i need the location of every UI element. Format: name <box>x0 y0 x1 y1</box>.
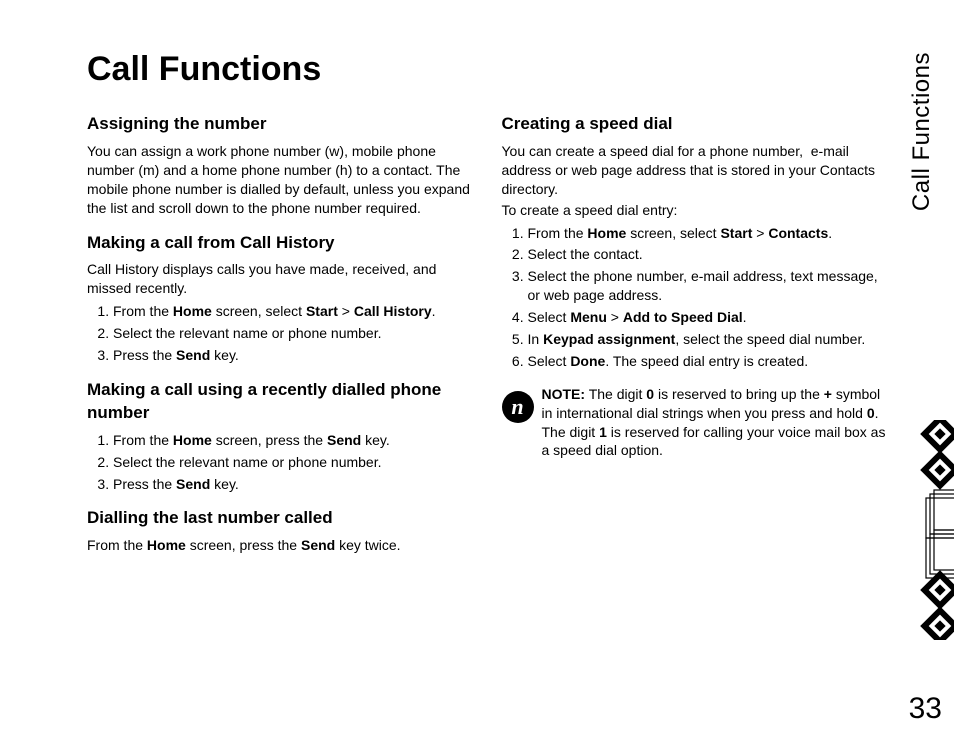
step-list: From the Home screen, select Start > Cal… <box>87 302 480 365</box>
right-column: Creating a speed dial You can create a s… <box>502 113 895 569</box>
edge-decoration-icon <box>906 420 954 640</box>
section-heading: Creating a speed dial <box>502 113 895 136</box>
content-columns: Assigning the number You can assign a wo… <box>87 113 894 569</box>
list-item: From the Home screen, select Start > Con… <box>528 224 895 243</box>
list-item: In Keypad assignment, select the speed d… <box>528 330 895 349</box>
body-text: Call History displays calls you have mad… <box>87 260 480 298</box>
list-item: From the Home screen, select Start > Cal… <box>113 302 480 321</box>
section-heading: Assigning the number <box>87 113 480 136</box>
page-number: 33 <box>909 692 942 726</box>
section-heading: Making a call from Call History <box>87 232 480 255</box>
body-text: To create a speed dial entry: <box>502 201 895 220</box>
body-text: You can assign a work phone number (w), … <box>87 142 480 218</box>
list-item: Select the relevant name or phone number… <box>113 324 480 343</box>
section-heading: Making a call using a recently dialled p… <box>87 379 480 425</box>
step-list: From the Home screen, select Start > Con… <box>502 224 895 371</box>
list-item: Press the Send key. <box>113 475 480 494</box>
list-item: Select the relevant name or phone number… <box>113 453 480 472</box>
body-text: From the Home screen, press the Send key… <box>87 536 480 555</box>
note-text: NOTE: The digit 0 is reserved to bring u… <box>542 385 895 461</box>
body-text: You can create a speed dial for a phone … <box>502 142 895 199</box>
left-column: Assigning the number You can assign a wo… <box>87 113 480 569</box>
manual-page: Call Functions 33 Call <box>0 0 954 738</box>
note-icon: n <box>502 391 534 423</box>
list-item: Press the Send key. <box>113 346 480 365</box>
note-block: n NOTE: The digit 0 is reserved to bring… <box>502 385 895 461</box>
list-item: Select Menu > Add to Speed Dial. <box>528 308 895 327</box>
list-item: From the Home screen, press the Send key… <box>113 431 480 450</box>
section-heading: Dialling the last number called <box>87 507 480 530</box>
list-item: Select Done. The speed dial entry is cre… <box>528 352 895 371</box>
list-item: Select the phone number, e-mail address,… <box>528 267 895 305</box>
page-title: Call Functions <box>87 50 894 89</box>
list-item: Select the contact. <box>528 245 895 264</box>
step-list: From the Home screen, press the Send key… <box>87 431 480 494</box>
side-tab-label: Call Functions <box>908 52 936 211</box>
